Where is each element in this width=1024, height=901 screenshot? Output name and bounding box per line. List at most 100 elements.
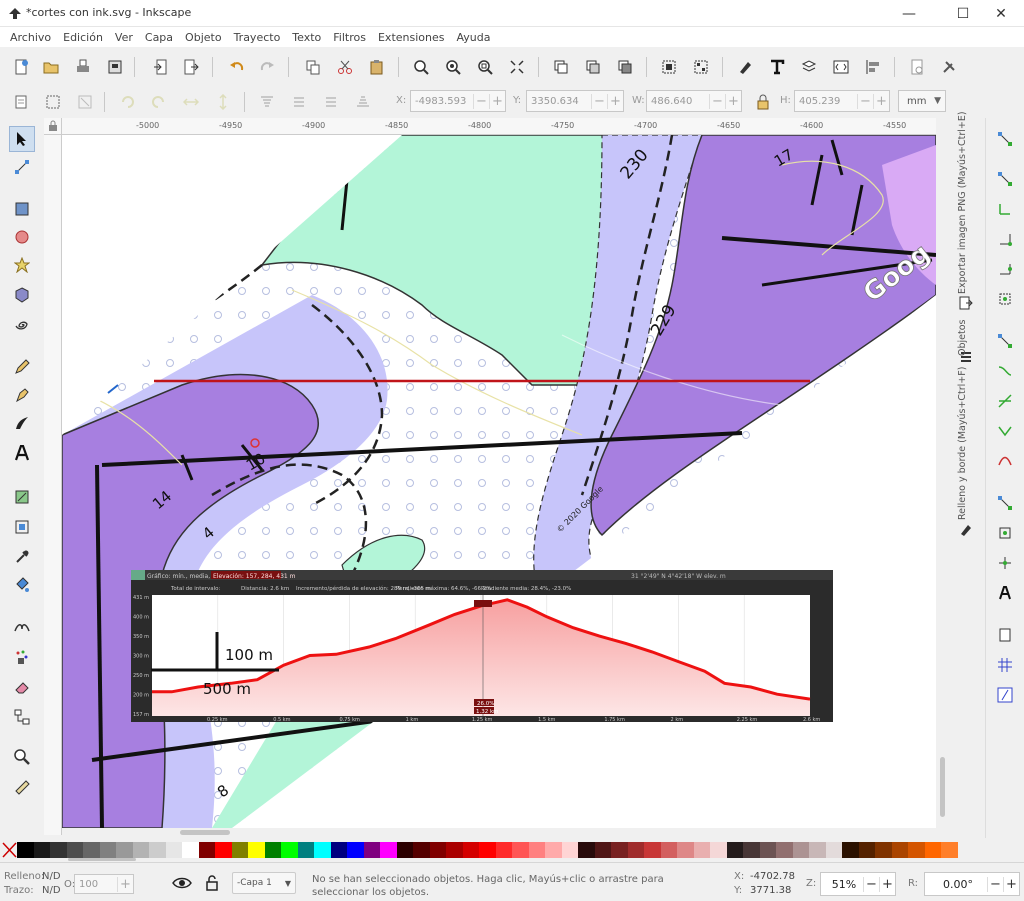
- opacity-increment-button[interactable]: +: [117, 876, 133, 892]
- color-swatch[interactable]: [561, 842, 578, 858]
- color-swatch[interactable]: [891, 842, 908, 858]
- color-swatch[interactable]: [132, 842, 149, 858]
- minimize-button[interactable]: —: [886, 0, 932, 27]
- zoom-selection-icon[interactable]: [410, 56, 432, 78]
- menu-ayuda[interactable]: Ayuda: [450, 31, 496, 44]
- snap-object-center-icon[interactable]: [992, 522, 1018, 544]
- cut-icon[interactable]: [334, 56, 356, 78]
- menu-ver[interactable]: Ver: [109, 31, 139, 44]
- map-drawing[interactable]: 230 229 17 10 14 4 8 Goog © 2020 Google: [62, 135, 936, 828]
- zoom-area-tool-icon[interactable]: [9, 514, 35, 540]
- height-increment-button[interactable]: +: [873, 93, 889, 109]
- export-file-icon[interactable]: [180, 56, 202, 78]
- menu-archivo[interactable]: Archivo: [4, 31, 57, 44]
- color-swatch[interactable]: [149, 842, 166, 858]
- duplicate-icon[interactable]: [550, 56, 572, 78]
- rectangle-tool-icon[interactable]: [9, 196, 35, 222]
- color-swatch[interactable]: [512, 842, 529, 858]
- color-swatch[interactable]: [726, 842, 743, 858]
- color-swatch[interactable]: [231, 842, 248, 858]
- color-swatch[interactable]: [83, 842, 100, 858]
- calligraphy-tool-icon[interactable]: [9, 410, 35, 436]
- color-swatch[interactable]: [363, 842, 380, 858]
- height-decrement-button[interactable]: −: [857, 93, 873, 109]
- color-swatch[interactable]: [248, 842, 265, 858]
- snap-cusp-icon[interactable]: [992, 420, 1018, 442]
- snap-guide-icon[interactable]: [992, 684, 1018, 706]
- unit-select[interactable]: mm ▼: [898, 90, 946, 112]
- x-coordinate-field[interactable]: -4983.593− +: [410, 90, 506, 112]
- redo-icon[interactable]: [256, 56, 278, 78]
- flip-vertical-icon[interactable]: [212, 91, 234, 113]
- zoom-drawing-icon[interactable]: [442, 56, 464, 78]
- rotate-ccw-icon[interactable]: [116, 91, 138, 113]
- color-swatch[interactable]: [330, 842, 347, 858]
- color-swatch[interactable]: [875, 842, 892, 858]
- lower-to-bottom-icon[interactable]: [352, 91, 374, 113]
- pencil-tool-icon[interactable]: [9, 354, 35, 380]
- width-field[interactable]: 486.640 − +: [646, 90, 742, 112]
- menu-filtros[interactable]: Filtros: [327, 31, 372, 44]
- deselect-icon[interactable]: [74, 91, 96, 113]
- rotation-increment-button[interactable]: +: [1003, 876, 1019, 892]
- color-swatch[interactable]: [842, 842, 859, 858]
- ellipse-tool-icon[interactable]: [9, 224, 35, 250]
- dock-tab-objects[interactable]: Objetos: [957, 316, 975, 356]
- layers-icon[interactable]: [798, 56, 820, 78]
- vertical-ruler[interactable]: [44, 135, 62, 835]
- stroke-indicator[interactable]: N/D: [42, 885, 61, 896]
- color-swatch[interactable]: [495, 842, 512, 858]
- snap-bbox-corner-icon[interactable]: [992, 228, 1018, 250]
- menu-texto[interactable]: Texto: [286, 31, 327, 44]
- drawing-canvas[interactable]: 230 229 17 10 14 4 8 Goog © 2020 Google: [62, 135, 936, 828]
- x-decrement-button[interactable]: −: [473, 93, 489, 109]
- y-decrement-button[interactable]: −: [591, 93, 607, 109]
- ruler-corner-lock-icon[interactable]: [44, 118, 62, 135]
- star-tool-icon[interactable]: [9, 252, 35, 278]
- height-field[interactable]: 405.239 − +: [794, 90, 890, 112]
- connector-tool-icon[interactable]: [9, 704, 35, 730]
- snap-grid-icon[interactable]: [992, 654, 1018, 676]
- color-swatch[interactable]: [627, 842, 644, 858]
- color-swatch[interactable]: [809, 842, 826, 858]
- node-tool-icon[interactable]: [9, 154, 35, 180]
- color-swatch[interactable]: [165, 842, 182, 858]
- color-swatch[interactable]: [941, 842, 958, 858]
- color-swatch[interactable]: [17, 842, 34, 858]
- color-swatch[interactable]: [347, 842, 364, 858]
- snap-nodes-icon[interactable]: [992, 330, 1018, 352]
- export-png-icon[interactable]: [959, 296, 973, 310]
- color-swatch[interactable]: [479, 842, 496, 858]
- color-swatch[interactable]: [594, 842, 611, 858]
- color-swatch[interactable]: [182, 842, 199, 858]
- layer-lock-icon[interactable]: [204, 875, 220, 891]
- width-increment-button[interactable]: +: [725, 93, 741, 109]
- color-swatch[interactable]: [297, 842, 314, 858]
- lower-icon[interactable]: [320, 91, 342, 113]
- opacity-field[interactable]: 100 +: [74, 874, 134, 894]
- snap-bbox-edge-icon[interactable]: [992, 198, 1018, 220]
- color-swatch[interactable]: [33, 842, 50, 858]
- color-swatch[interactable]: [446, 842, 463, 858]
- color-swatch[interactable]: [429, 842, 446, 858]
- dropper-tool-icon[interactable]: [9, 544, 35, 570]
- color-swatch[interactable]: [743, 842, 760, 858]
- menu-trayecto[interactable]: Trayecto: [228, 31, 287, 44]
- vertical-scroll-thumb[interactable]: [940, 757, 945, 817]
- vertical-scrollbar[interactable]: [936, 135, 948, 828]
- dock-tab-export[interactable]: Exportar imagen PNG (Mayús+Ctrl+E): [957, 111, 975, 294]
- measure-tool-icon[interactable]: [9, 774, 35, 800]
- spray-tool-icon[interactable]: [9, 484, 35, 510]
- fill-stroke-dock-icon[interactable]: [959, 522, 973, 536]
- color-swatch[interactable]: [660, 842, 677, 858]
- select-all-layers-icon[interactable]: [42, 91, 64, 113]
- ungroup-icon[interactable]: [690, 56, 712, 78]
- color-swatch[interactable]: [462, 842, 479, 858]
- zoom-width-icon[interactable]: [506, 56, 528, 78]
- new-document-icon[interactable]: [10, 56, 32, 78]
- undo-icon[interactable]: [226, 56, 248, 78]
- text-font-icon[interactable]: [766, 56, 788, 78]
- color-swatch[interactable]: [611, 842, 628, 858]
- menu-edicion[interactable]: Edición: [57, 31, 109, 44]
- menu-extensiones[interactable]: Extensiones: [372, 31, 451, 44]
